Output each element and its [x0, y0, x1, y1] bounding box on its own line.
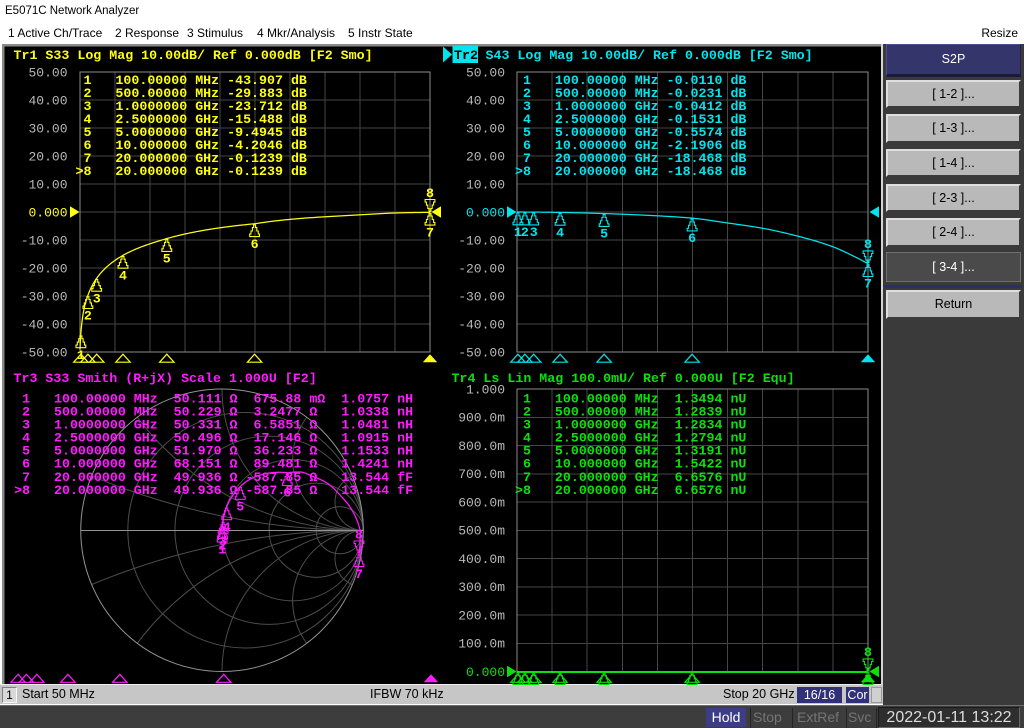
svg-text:5: 5 [236, 500, 244, 515]
svg-text:7: 7 [864, 685, 872, 700]
svg-text:20.00: 20.00 [28, 149, 67, 164]
svg-text:2: 2 [521, 685, 529, 700]
svg-text:20.00: 20.00 [466, 149, 505, 164]
svg-text:4: 4 [556, 685, 564, 700]
svg-text:-20.00: -20.00 [458, 261, 505, 276]
svg-text:-30.00: -30.00 [21, 289, 68, 304]
svg-text:6: 6 [283, 486, 291, 501]
svg-text:6: 6 [251, 237, 259, 252]
svg-text:30.00: 30.00 [28, 121, 67, 136]
svg-text:8: 8 [426, 186, 434, 201]
svg-text:>8 20.000000 GHz 49.936 Ω -: >8 20.000000 GHz 49.936 Ω -587.85 Ω 13.5… [14, 483, 413, 498]
svg-text:300.0m: 300.0m [458, 580, 505, 595]
svg-text:100.0m: 100.0m [458, 637, 505, 652]
svg-text:40.00: 40.00 [466, 93, 505, 108]
svg-text:200.0m: 200.0m [458, 608, 505, 623]
svg-text:30.00: 30.00 [466, 121, 505, 136]
svg-text:3: 3 [219, 534, 227, 549]
svg-text:0.000: 0.000 [466, 665, 505, 680]
svg-text:>8 20.000000 GHz -0.1239 dB: >8 20.000000 GHz -0.1239 dB [76, 164, 307, 179]
svg-text:Tr2: Tr2 [454, 48, 478, 63]
svg-text:5: 5 [600, 227, 608, 242]
svg-text:50.00: 50.00 [466, 65, 505, 80]
svg-text:-20.00: -20.00 [21, 261, 68, 276]
svg-text:700.0m: 700.0m [458, 467, 505, 482]
svg-text:S43 Log Mag 10.00dB/ Ref 0.000: S43 Log Mag 10.00dB/ Ref 0.000dB [F2 Smo… [478, 48, 813, 63]
svg-text:5: 5 [600, 685, 608, 700]
svg-text:600.0m: 600.0m [458, 495, 505, 510]
svg-text:6: 6 [688, 685, 696, 700]
svg-text:500.0m: 500.0m [458, 524, 505, 539]
svg-text:800.0m: 800.0m [458, 439, 505, 454]
svg-text:8: 8 [864, 237, 872, 252]
svg-text:8: 8 [864, 645, 872, 660]
svg-text:1.000: 1.000 [466, 382, 505, 397]
svg-text:8: 8 [355, 527, 363, 542]
svg-text:Tr1 S33 Log Mag 10.00dB/ Ref 0: Tr1 S33 Log Mag 10.00dB/ Ref 0.000dB [F2… [14, 48, 373, 63]
svg-text:-30.00: -30.00 [458, 289, 505, 304]
svg-text:3: 3 [93, 291, 101, 306]
svg-text:900.0m: 900.0m [458, 411, 505, 426]
svg-text:50.00: 50.00 [28, 65, 67, 80]
svg-text:6: 6 [688, 231, 696, 246]
svg-text:4: 4 [119, 268, 127, 283]
svg-text:4: 4 [556, 225, 564, 240]
svg-text:-50.00: -50.00 [458, 345, 505, 360]
svg-text:7: 7 [355, 567, 363, 582]
svg-text:3: 3 [530, 685, 538, 700]
svg-text:Tr3 S33 Smith (R+jX) Scale 1.0: Tr3 S33 Smith (R+jX) Scale 1.000U [F2] [14, 371, 317, 386]
svg-text:1: 1 [514, 685, 522, 700]
svg-text:10.00: 10.00 [28, 177, 67, 192]
svg-text:1: 1 [77, 348, 85, 363]
svg-text:-10.00: -10.00 [458, 233, 505, 248]
svg-text:3: 3 [530, 225, 538, 240]
svg-text:2: 2 [84, 309, 92, 324]
svg-text:-40.00: -40.00 [458, 317, 505, 332]
svg-text:10.00: 10.00 [466, 177, 505, 192]
svg-text:0.000: 0.000 [466, 205, 505, 220]
svg-text:-50.00: -50.00 [21, 345, 68, 360]
svg-text:-10.00: -10.00 [21, 233, 68, 248]
svg-text:7: 7 [864, 277, 872, 292]
svg-text:-40.00: -40.00 [21, 317, 68, 332]
svg-text:>8 20.000000 GHz 6.6576 nU: >8 20.000000 GHz 6.6576 nU [515, 483, 746, 498]
svg-text:>8 20.000000 GHz -18.468 dB: >8 20.000000 GHz -18.468 dB [515, 164, 746, 179]
svg-text:0.000: 0.000 [28, 205, 67, 220]
svg-text:4: 4 [223, 520, 231, 535]
svg-text:5: 5 [163, 252, 171, 267]
svg-text:400.0m: 400.0m [458, 552, 505, 567]
svg-text:2: 2 [521, 225, 529, 240]
svg-text:7: 7 [426, 225, 434, 240]
svg-text:40.00: 40.00 [28, 93, 67, 108]
